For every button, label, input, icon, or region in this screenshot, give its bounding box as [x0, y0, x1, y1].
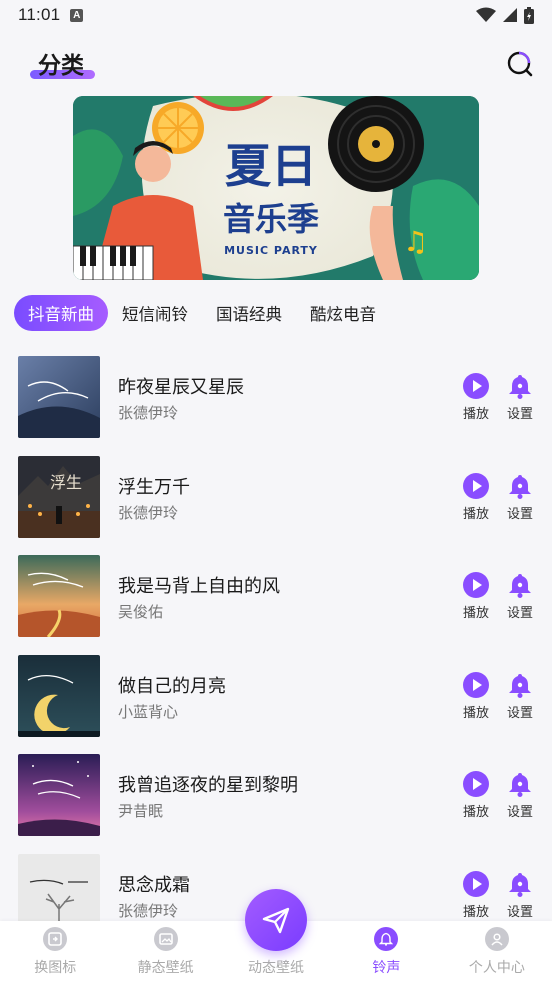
svg-text:夏日: 夏日 — [225, 139, 317, 193]
song-item[interactable]: 我是马背上自由的风 吴俊佑 播放 设置 — [0, 549, 552, 649]
play-icon — [463, 771, 489, 797]
song-cover — [18, 356, 100, 438]
song-item[interactable]: 做自己的月亮 小蓝背心 播放 设置 — [0, 649, 552, 749]
song-item[interactable]: 浮生 浮生万千 张德伊玲 播放 设置 — [0, 450, 552, 550]
page-title: 分类 — [38, 53, 84, 79]
image-icon — [153, 927, 178, 951]
song-title: 做自己的月亮 — [118, 675, 226, 697]
set-label: 设置 — [506, 904, 533, 920]
search-button[interactable] — [506, 50, 534, 78]
song-title: 我曾追逐夜的星到黎明 — [118, 775, 298, 796]
play-button[interactable]: 播放 — [456, 572, 496, 621]
song-list: 昨夜星辰又星辰 张德伊玲 播放 设置 浮生 浮生万千 张德伊玲 播放 设置 我是… — [0, 350, 552, 947]
song-artist: 张德伊玲 — [118, 901, 179, 920]
nav-label: 铃声 — [372, 960, 401, 976]
set-ringtone-button[interactable]: 设置 — [500, 871, 540, 920]
nav-profile[interactable]: 个人中心 — [442, 921, 552, 983]
song-title: 浮生万千 — [118, 476, 190, 498]
svg-text:MUSIC PARTY: MUSIC PARTY — [224, 244, 318, 257]
play-label: 播放 — [462, 705, 489, 721]
play-button[interactable]: 播放 — [456, 373, 496, 422]
song-cover — [18, 654, 100, 737]
nav-static-wallpaper[interactable]: 静态壁纸 — [110, 921, 220, 983]
play-button[interactable]: 播放 — [456, 671, 496, 721]
set-label: 设置 — [506, 506, 533, 522]
nav-label: 静态壁纸 — [137, 960, 194, 976]
play-label: 播放 — [462, 506, 489, 522]
song-title: 思念成霜 — [118, 874, 190, 896]
category-tabs: 抖音新曲 短信闹铃 国语经典 酷炫电音 — [14, 295, 390, 331]
user-icon — [484, 927, 509, 951]
status-bar: 11:01 A — [0, 0, 552, 30]
song-artist: 尹昔眠 — [118, 802, 164, 820]
tab-douyin-new[interactable]: 抖音新曲 — [14, 295, 108, 331]
song-artist: 吴俊佑 — [118, 603, 164, 621]
play-icon — [463, 572, 489, 598]
song-cover — [18, 754, 100, 836]
song-artist: 张德伊玲 — [118, 503, 179, 522]
search-icon — [507, 51, 533, 77]
wifi-icon — [476, 7, 496, 22]
bell-icon — [509, 673, 531, 698]
signal-icon — [503, 8, 517, 22]
bell-icon — [509, 574, 531, 598]
song-item[interactable]: 我曾追逐夜的星到黎明 尹昔眠 播放 设置 — [0, 748, 552, 848]
play-icon — [463, 870, 489, 897]
svg-text:♫: ♫ — [403, 225, 428, 258]
nav-change-icon[interactable]: 换图标 — [0, 921, 110, 983]
status-time: 11:01 — [18, 5, 61, 24]
song-cover — [18, 555, 100, 637]
set-ringtone-button[interactable]: 设置 — [500, 373, 540, 422]
paper-plane-icon — [262, 907, 290, 934]
song-artist: 张德伊玲 — [118, 404, 179, 422]
swap-icon — [43, 927, 68, 951]
play-label: 播放 — [462, 606, 489, 621]
set-ringtone-button[interactable]: 设置 — [500, 672, 540, 721]
tab-mandarin-classic[interactable]: 国语经典 — [202, 295, 296, 331]
tab-cool-edm[interactable]: 酷炫电音 — [296, 295, 390, 331]
promo-banner[interactable]: 夏日 音乐季 MUSIC PARTY ♫ — [73, 96, 479, 280]
play-button[interactable]: 播放 — [456, 870, 496, 920]
play-icon — [463, 472, 489, 499]
nav-label: 动态壁纸 — [248, 960, 305, 976]
live-wallpaper-fab[interactable] — [245, 889, 307, 951]
play-label: 播放 — [462, 407, 489, 422]
play-button[interactable]: 播放 — [456, 472, 496, 522]
play-button[interactable]: 播放 — [456, 771, 496, 820]
song-title: 我是马背上自由的风 — [118, 576, 280, 597]
svg-text:音乐季: 音乐季 — [223, 200, 319, 238]
play-icon — [463, 671, 489, 698]
set-ringtone-button[interactable]: 设置 — [500, 771, 540, 820]
play-icon — [463, 373, 489, 399]
set-ringtone-button[interactable]: 设置 — [500, 572, 540, 621]
battery-icon — [524, 6, 534, 24]
set-label: 设置 — [506, 407, 533, 422]
bell-icon — [509, 773, 531, 797]
nav-ringtone[interactable]: 铃声 — [331, 921, 441, 983]
bell-icon — [374, 927, 399, 951]
song-cover: 浮生 — [18, 455, 100, 538]
set-label: 设置 — [506, 705, 533, 721]
song-item[interactable]: 昨夜星辰又星辰 张德伊玲 播放 设置 — [0, 350, 552, 450]
status-icons — [476, 6, 534, 24]
svg-text:浮生: 浮生 — [50, 473, 82, 492]
song-title: 昨夜星辰又星辰 — [118, 377, 244, 398]
notification-a-icon: A — [70, 8, 84, 22]
bell-icon — [509, 474, 531, 499]
play-label: 播放 — [462, 805, 489, 820]
set-ringtone-button[interactable]: 设置 — [500, 473, 540, 522]
tab-sms-alarm[interactable]: 短信闹铃 — [108, 295, 202, 331]
play-label: 播放 — [462, 904, 489, 920]
nav-label: 换图标 — [34, 960, 77, 976]
bell-icon — [509, 375, 531, 399]
set-label: 设置 — [506, 606, 533, 621]
header: 分类 — [0, 40, 552, 85]
nav-label: 个人中心 — [468, 960, 525, 976]
set-label: 设置 — [506, 805, 533, 820]
song-artist: 小蓝背心 — [118, 702, 179, 721]
bell-icon — [509, 872, 531, 897]
banner-artwork: 夏日 音乐季 MUSIC PARTY ♫ — [73, 96, 479, 280]
